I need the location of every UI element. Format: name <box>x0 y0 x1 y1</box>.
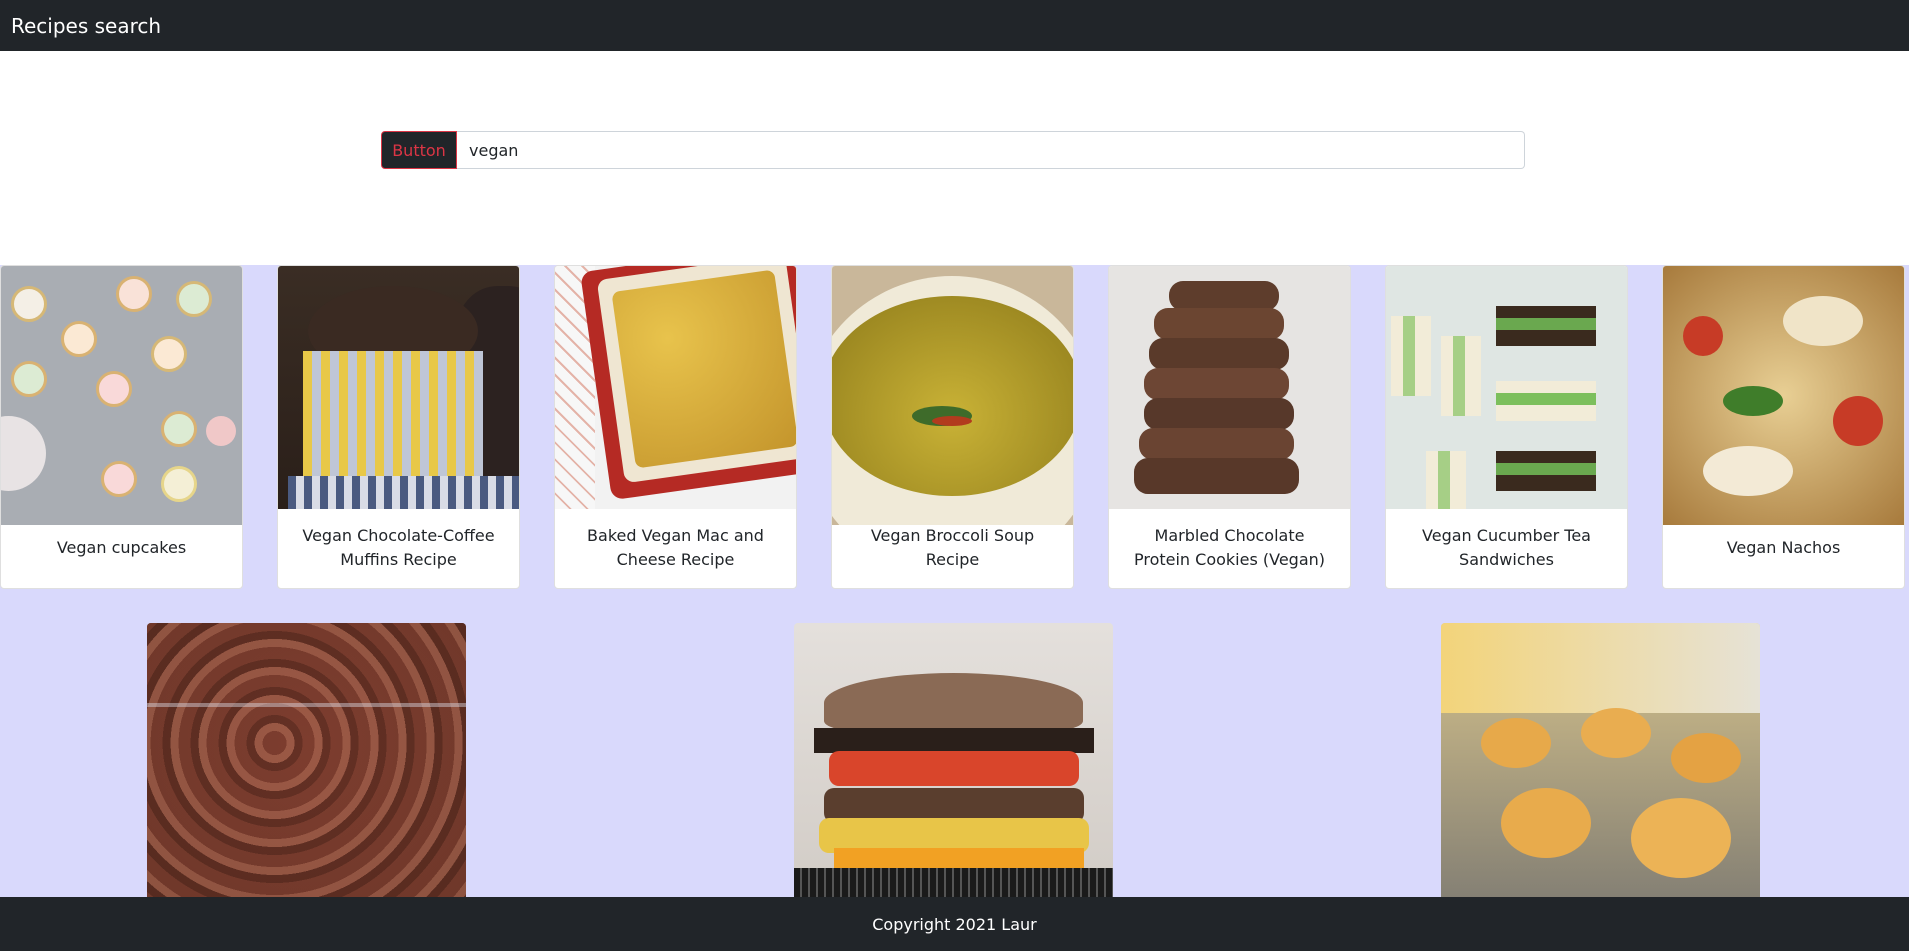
recipe-image <box>794 623 1113 897</box>
recipe-title: Marbled Chocolate Protein Cookies (Vegan… <box>1133 526 1326 569</box>
recipe-image <box>832 266 1073 525</box>
recipe-card[interactable]: Vegan Cucumber Tea Sandwiches <box>1385 265 1628 589</box>
recipe-title: Vegan cupcakes <box>56 538 187 557</box>
navbar-brand[interactable]: Recipes search <box>11 14 161 38</box>
recipe-image <box>1441 623 1760 897</box>
recipe-image <box>1 266 242 525</box>
recipe-image <box>278 266 519 509</box>
recipe-card[interactable] <box>147 623 466 897</box>
recipe-card[interactable]: Vegan Chocolate-Coffee Muffins Recipe <box>277 265 520 589</box>
recipe-image <box>1109 266 1350 509</box>
recipe-title: Vegan Cucumber Tea Sandwiches <box>1422 526 1591 569</box>
results-grid: Vegan cupcakes Vegan Chocolate-Coffee Mu… <box>0 265 1909 897</box>
recipe-card[interactable]: Baked Vegan Mac and Cheese Recipe <box>554 265 797 589</box>
recipe-card[interactable] <box>794 623 1113 897</box>
search-input[interactable] <box>457 131 1525 169</box>
recipe-title: Vegan Chocolate-Coffee Muffins Recipe <box>302 526 495 569</box>
recipe-card[interactable]: Vegan cupcakes <box>0 265 243 589</box>
recipe-title: Vegan Nachos <box>1726 538 1841 557</box>
recipe-card[interactable]: Vegan Broccoli Soup Recipe <box>831 265 1074 589</box>
recipe-image <box>1386 266 1627 509</box>
search-bar: Button <box>381 131 1525 169</box>
recipe-title: Vegan Broccoli Soup Recipe <box>870 526 1035 569</box>
copyright-text: Copyright 2021 Laur <box>872 914 1037 934</box>
recipe-card[interactable]: Vegan Nachos <box>1662 265 1905 589</box>
recipe-card[interactable] <box>1441 623 1760 897</box>
footer: Copyright 2021 Laur <box>0 897 1909 951</box>
search-button[interactable]: Button <box>381 131 457 169</box>
recipe-title: Baked Vegan Mac and Cheese Recipe <box>587 526 764 569</box>
navbar: Recipes search <box>0 0 1909 51</box>
recipe-card[interactable]: Marbled Chocolate Protein Cookies (Vegan… <box>1108 265 1351 589</box>
recipe-image <box>1663 266 1904 525</box>
recipe-image <box>147 623 466 897</box>
recipe-image <box>555 266 796 509</box>
